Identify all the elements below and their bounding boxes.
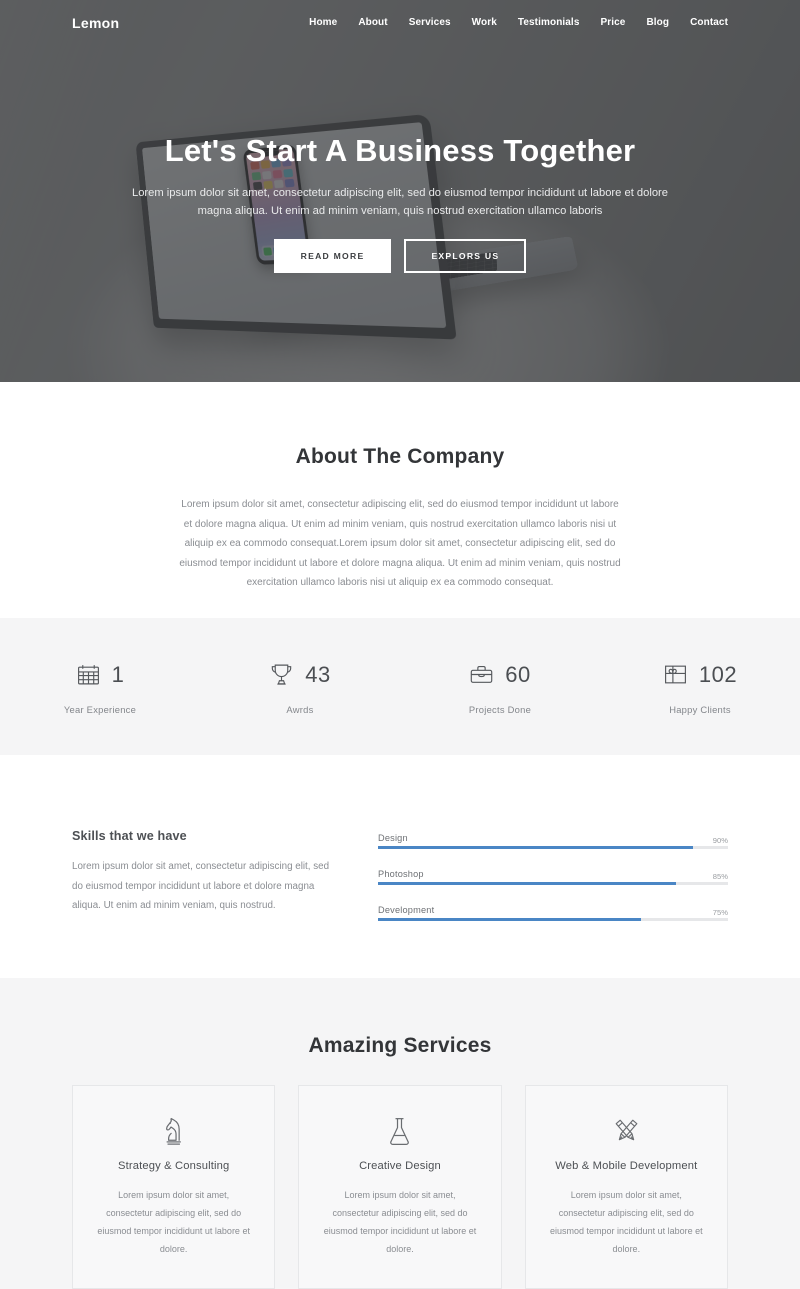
skill-progress-fill — [378, 882, 676, 885]
nav-item-services[interactable]: Services — [409, 17, 451, 28]
trophy-icon — [269, 662, 294, 687]
stat-item-awards: 43 Awrds — [200, 659, 400, 715]
service-card-strategy-consulting[interactable]: Strategy & Consulting Lorem ipsum dolor … — [72, 1085, 276, 1289]
nav-item-contact[interactable]: Contact — [690, 17, 728, 28]
calendar-icon — [76, 662, 101, 687]
service-body: Lorem ipsum dolor sit amet, consectetur … — [550, 1190, 703, 1254]
stat-value: 102 — [698, 661, 738, 687]
hero-section: Lemon Home About Services Work Testimoni… — [0, 0, 800, 382]
skill-label: Development — [378, 905, 435, 915]
skill-label: Photoshop — [378, 869, 424, 879]
about-section: About The Company Lorem ipsum dolor sit … — [0, 382, 800, 618]
services-section: Amazing Services Strategy & Consulting L… — [0, 978, 800, 1289]
service-body: Lorem ipsum dolor sit amet, consectetur … — [323, 1190, 477, 1254]
flask-icon — [321, 1114, 478, 1148]
skill-progress-track — [378, 918, 728, 921]
crossed-pencils-icon — [548, 1114, 705, 1148]
service-card-creative-design[interactable]: Creative Design Lorem ipsum dolor sit am… — [298, 1085, 502, 1289]
hero-subtitle: Lorem ipsum dolor sit amet, consectetur … — [131, 186, 669, 218]
stat-label: Projects Done — [468, 703, 532, 715]
hero-buttons: READ MORE EXPLORS US — [0, 238, 800, 274]
hero-title: Let's Start A Business Together — [164, 133, 636, 168]
stat-label: Year Experience — [63, 703, 137, 715]
stat-top-row: 43 — [200, 659, 400, 691]
skills-text-column: Skills that we have Lorem ipsum dolor si… — [72, 829, 330, 978]
service-title: Creative Design — [359, 1160, 441, 1172]
stat-value: 1 — [111, 661, 125, 687]
skills-heading: Skills that we have — [72, 829, 187, 843]
stat-item-projects-done: 60 Projects Done — [400, 659, 600, 715]
skill-row: Photoshop 85% — [378, 869, 728, 881]
briefcase-icon — [469, 662, 494, 687]
skill-progress-fill — [378, 918, 641, 921]
skill-percent: 90% — [712, 836, 728, 845]
service-title: Strategy & Consulting — [117, 1160, 230, 1172]
read-more-button[interactable]: READ MORE — [273, 238, 392, 274]
skills-section: Skills that we have Lorem ipsum dolor si… — [0, 755, 800, 978]
nav-item-testimonials[interactable]: Testimonials — [518, 17, 580, 28]
skills-bars-column: Design 90% Photoshop 85% Development 75% — [378, 829, 728, 978]
top-navigation-bar: Lemon Home About Services Work Testimoni… — [0, 0, 800, 45]
skill-item-design: Design 90% — [378, 833, 728, 849]
stats-section: 1 Year Experience 43 Awrds 60 Projects D… — [0, 618, 800, 755]
stat-top-row: 60 — [400, 659, 600, 691]
stat-value: 43 — [305, 661, 331, 687]
about-title: About The Company — [295, 445, 505, 468]
nav-item-home[interactable]: Home — [309, 17, 337, 28]
service-title: Web & Mobile Development — [555, 1160, 698, 1172]
nav-links: Home About Services Work Testimonials Pr… — [309, 17, 728, 28]
brand-logo[interactable]: Lemon — [72, 15, 119, 31]
stat-item-happy-clients: 102 Happy Clients — [600, 659, 800, 715]
nav-item-blog[interactable]: Blog — [646, 17, 669, 28]
stat-label: Happy Clients — [669, 703, 731, 715]
skill-percent: 85% — [712, 872, 728, 881]
skill-percent: 75% — [712, 908, 728, 917]
service-body: Lorem ipsum dolor sit amet, consectetur … — [97, 1190, 250, 1254]
skill-row: Design 90% — [378, 833, 728, 845]
skill-progress-track — [378, 846, 728, 849]
skill-progress-fill — [378, 846, 693, 849]
about-body: Lorem ipsum dolor sit amet, consectetur … — [179, 499, 621, 588]
skill-item-development: Development 75% — [378, 905, 728, 921]
gift-icon — [663, 662, 688, 687]
explore-us-button[interactable]: EXPLORS US — [404, 238, 527, 274]
services-grid: Strategy & Consulting Lorem ipsum dolor … — [0, 1085, 800, 1289]
skill-row: Development 75% — [378, 905, 728, 917]
nav-item-work[interactable]: Work — [472, 17, 497, 28]
stat-value: 60 — [505, 661, 531, 687]
skills-body: Lorem ipsum dolor sit amet, consectetur … — [72, 861, 330, 912]
skill-item-photoshop: Photoshop 85% — [378, 869, 728, 885]
chess-knight-icon — [95, 1114, 252, 1148]
stat-top-row: 102 — [600, 659, 800, 691]
services-title: Amazing Services — [308, 1034, 492, 1057]
service-card-web-mobile-development[interactable]: Web & Mobile Development Lorem ipsum dol… — [524, 1085, 728, 1289]
nav-item-about[interactable]: About — [358, 17, 387, 28]
stat-label: Awrds — [286, 703, 314, 715]
stat-item-year-experience: 1 Year Experience — [0, 659, 200, 715]
skill-progress-track — [378, 882, 728, 885]
stat-top-row: 1 — [0, 659, 200, 691]
skill-label: Design — [378, 833, 408, 843]
nav-item-price[interactable]: Price — [600, 17, 625, 28]
